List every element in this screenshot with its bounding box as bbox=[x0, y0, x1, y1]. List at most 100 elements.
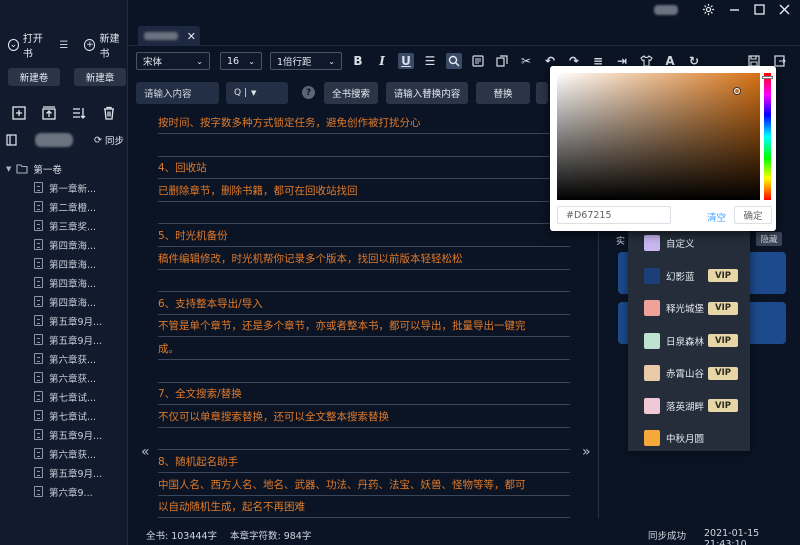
italic-icon[interactable]: I bbox=[374, 53, 390, 69]
close-icon[interactable] bbox=[779, 4, 790, 15]
theme-item[interactable]: 赤霄山谷 bbox=[644, 364, 704, 382]
editor-line[interactable]: 按时间、按字数多种方式锁定任务，避免创作被打扰分心 bbox=[158, 112, 570, 134]
sort-icon[interactable] bbox=[72, 106, 86, 120]
editor-line[interactable] bbox=[158, 202, 570, 225]
full-search-button[interactable]: 全书搜索 bbox=[324, 82, 378, 104]
editor-line[interactable]: 4、回收站 bbox=[158, 157, 570, 180]
replace-input[interactable]: 请输入替换内容 bbox=[386, 82, 468, 104]
hue-slider-thumb[interactable] bbox=[762, 76, 773, 79]
editor-area[interactable]: 按时间、按字数多种方式锁定任务，避免创作被打扰分心 4、回收站 已删除章节，删除书籍… bbox=[130, 108, 600, 518]
sidebar-item-chapter[interactable]: 第五章9月... bbox=[0, 425, 124, 444]
editor-line[interactable]: 不仅可以单章搜索替换，还可以全文整本搜索替换 bbox=[158, 406, 570, 428]
underline-icon[interactable]: U bbox=[398, 53, 414, 69]
sidebar-item-chapter[interactable]: 第一章新... bbox=[0, 178, 124, 197]
panel-icon[interactable] bbox=[6, 134, 17, 146]
next-chapter-arrow[interactable]: » bbox=[582, 444, 591, 460]
upload-icon[interactable] bbox=[42, 106, 56, 120]
editor-line[interactable]: 6、支持整本导出/导入 bbox=[158, 293, 570, 315]
sidebar-item-chapter[interactable]: 第五章9月... bbox=[0, 311, 124, 330]
theme-item[interactable]: 释光城堡 bbox=[644, 299, 704, 317]
new-chapter-button[interactable]: 新建章 bbox=[74, 68, 126, 86]
bold-icon[interactable]: B bbox=[350, 53, 366, 69]
sidebar-item-chapter[interactable]: 第六章9... bbox=[0, 482, 124, 501]
font-value: 宋体 bbox=[143, 57, 163, 68]
confirm-button[interactable]: 确定 bbox=[734, 206, 772, 224]
theme-item[interactable]: 中秋月圆 bbox=[644, 429, 704, 447]
theme-item[interactable]: 日泉森林 bbox=[644, 332, 704, 350]
plus-icon: + bbox=[84, 39, 96, 51]
chapter-list: 第一章新... 第二章橙... 第三章奖... 第四章海... 第四章海... 第四章海.… bbox=[0, 178, 124, 501]
sidebar-item-chapter[interactable]: 第五章9月... bbox=[0, 330, 124, 349]
sidebar-item-chapter[interactable]: 第二章橙... bbox=[0, 197, 124, 216]
sidebar-item-chapter[interactable]: 第六章获... bbox=[0, 444, 124, 463]
editor-line[interactable]: 成。 bbox=[158, 338, 570, 360]
minimize-icon[interactable] bbox=[729, 4, 740, 15]
vip-badge: VIP bbox=[708, 334, 738, 347]
maximize-icon[interactable] bbox=[754, 4, 765, 15]
document-icon bbox=[34, 467, 43, 478]
clear-button[interactable]: 清空 bbox=[707, 210, 726, 224]
folder-icon bbox=[16, 164, 28, 174]
hex-input[interactable]: #D67215 bbox=[557, 206, 671, 224]
sidebar-item-chapter[interactable]: 第六章获... bbox=[0, 368, 124, 387]
sidebar-item-chapter[interactable]: 第四章海... bbox=[0, 254, 124, 273]
editor-line[interactable]: 以自动随机生成，起名不再困难 bbox=[158, 496, 570, 518]
cut-icon[interactable]: ✂ bbox=[518, 53, 534, 69]
sync-status: 同步成功 bbox=[648, 531, 687, 542]
line-spacing-select[interactable]: 1倍行距 ⌄ bbox=[270, 52, 342, 70]
editor-line[interactable]: 已删除章节，删除书籍，都可在回收站找回 bbox=[158, 180, 570, 202]
open-book-label: 打开书 bbox=[22, 34, 43, 60]
document-icon bbox=[34, 486, 43, 497]
tab-close-icon[interactable]: ✕ bbox=[187, 30, 196, 43]
sidebar-item-chapter[interactable]: 第七章试... bbox=[0, 387, 124, 406]
color-cursor[interactable] bbox=[734, 88, 740, 94]
copy-icon[interactable] bbox=[494, 53, 510, 69]
trash-icon[interactable] bbox=[102, 106, 116, 120]
sidebar-item-chapter[interactable]: 第五章9月... bbox=[0, 463, 124, 482]
chapter-label: 第四章海... bbox=[49, 278, 97, 290]
new-book-button[interactable]: + 新建书 bbox=[84, 30, 127, 60]
sidebar-item-chapter[interactable]: 第四章海... bbox=[0, 235, 124, 254]
prev-chapter-arrow[interactable]: « bbox=[141, 444, 150, 460]
editor-line[interactable]: 5、时光机备份 bbox=[158, 225, 570, 247]
editor-line[interactable]: 7、全文搜索/替换 bbox=[158, 383, 570, 406]
chapter-label: 第三章奖... bbox=[49, 221, 97, 233]
vip-badge: VIP bbox=[708, 366, 738, 380]
add-chapter-icon[interactable] bbox=[12, 106, 26, 120]
editor-line[interactable]: 中国人名、西方人名、地名、武器、功法、丹药、法宝、妖兽、怪物等等，都可 bbox=[158, 474, 570, 496]
chapter-tab[interactable]: ✕ bbox=[138, 26, 200, 46]
replace-all-button[interactable] bbox=[536, 82, 548, 104]
theme-item[interactable]: 落英湖畔 bbox=[644, 397, 704, 415]
search-mode-select[interactable]: Q | ▼ bbox=[226, 82, 288, 104]
search-input[interactable]: 请输入内容 bbox=[136, 82, 219, 104]
sidebar-item-chapter[interactable]: 第七章试... bbox=[0, 406, 124, 425]
size-select[interactable]: 16 ⌄ bbox=[220, 52, 262, 70]
note-icon[interactable] bbox=[470, 53, 486, 69]
editor-line[interactable] bbox=[158, 428, 570, 451]
font-select[interactable]: 宋体 ⌄ bbox=[136, 52, 210, 70]
sidebar-item-chapter[interactable]: 第四章海... bbox=[0, 292, 124, 311]
sidebar-item-chapter[interactable]: 第四章海... bbox=[0, 273, 124, 292]
help-icon[interactable]: ? bbox=[302, 86, 315, 99]
editor-line[interactable] bbox=[158, 361, 570, 383]
new-volume-button[interactable]: 新建卷 bbox=[8, 68, 60, 86]
search-icon[interactable] bbox=[446, 53, 462, 69]
gear-icon[interactable] bbox=[702, 3, 715, 16]
replace-button[interactable]: 替换 bbox=[476, 82, 530, 104]
align-icon[interactable]: ☰ bbox=[422, 53, 438, 69]
sidebar-item-chapter[interactable]: 第六章获... bbox=[0, 349, 124, 368]
editor-line[interactable] bbox=[158, 270, 570, 293]
theme-item[interactable]: 自定义 bbox=[644, 234, 695, 252]
editor-line[interactable] bbox=[158, 135, 570, 157]
editor-line[interactable]: 8、随机起名助手 bbox=[158, 451, 570, 473]
volume-item[interactable]: ▼ 第一卷 bbox=[0, 160, 124, 178]
saturation-panel[interactable] bbox=[557, 73, 760, 200]
open-book-button[interactable]: ⌄ 打开书 ☰ bbox=[8, 30, 68, 60]
theme-item[interactable]: 幻影蓝 bbox=[644, 267, 695, 285]
editor-line[interactable]: 稿件编辑修改，时光机帮你记录多个版本，找回以前版本轻轻松松 bbox=[158, 248, 570, 270]
editor-line[interactable]: 不管是单个章节，还是多个章节，亦或者整本书，都可以导出，批量导出一键完 bbox=[158, 315, 570, 338]
sync-button[interactable]: ⟳ 同步 bbox=[94, 133, 124, 148]
hue-slider[interactable] bbox=[764, 73, 771, 200]
sidebar-item-chapter[interactable]: 第三章奖... bbox=[0, 216, 124, 235]
hide-button[interactable]: 隐藏 bbox=[756, 232, 782, 246]
